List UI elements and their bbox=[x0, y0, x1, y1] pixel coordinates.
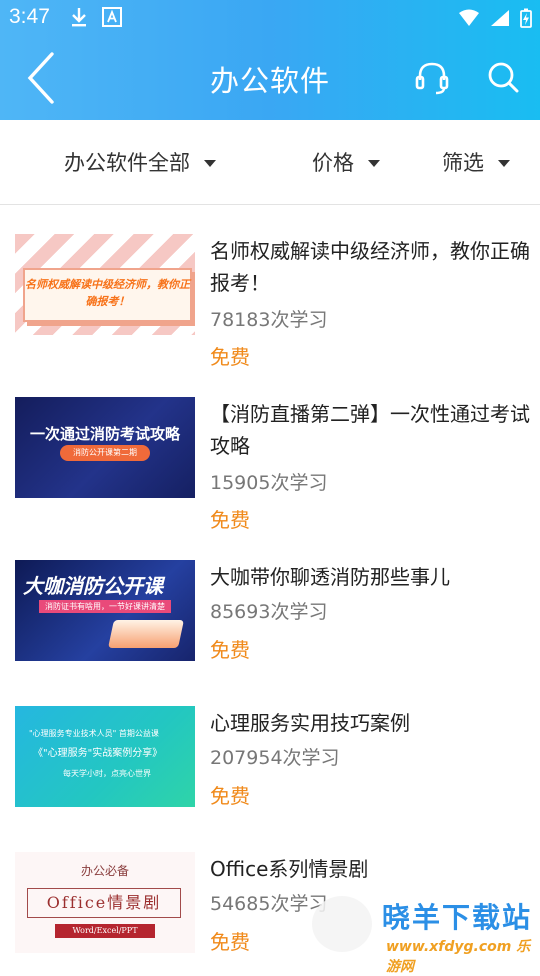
thumbnail-text: 每天学小时，点亮心世界 bbox=[63, 769, 151, 778]
course-title[interactable]: 大咖带你聊透消防那些事儿 bbox=[210, 561, 530, 593]
wifi-icon bbox=[459, 9, 479, 26]
course-price: 免费 bbox=[210, 784, 250, 808]
filter-category-dropdown[interactable]: 办公软件全部 bbox=[64, 147, 216, 177]
course-title[interactable]: 心理服务实用技巧案例 bbox=[210, 707, 530, 739]
battery-icon bbox=[520, 8, 532, 28]
course-thumbnail[interactable]: 一次通过消防考试攻略 消防公开课第二期 bbox=[15, 397, 195, 498]
site-watermark: 晓羊下载站 www.xfdyg.com 乐游网 bbox=[312, 890, 540, 975]
thumbnail-text: 名师权威解读中级经济师，教你正确报考！ bbox=[25, 278, 190, 308]
course-price: 免费 bbox=[210, 508, 250, 532]
course-thumbnail[interactable]: 办公必备 Office情景剧 Word/Excel/PPT bbox=[15, 852, 195, 953]
course-study-count: 54685次学习 bbox=[210, 893, 328, 915]
caret-down-icon bbox=[204, 159, 216, 167]
thumbnail-text: 《"心理服务"实战案例分享》 bbox=[33, 748, 163, 759]
page-title: 办公软件 bbox=[209, 64, 330, 98]
course-study-count: 207954次学习 bbox=[210, 747, 340, 769]
watermark-url: www.xfdyg.com 乐游网 bbox=[386, 939, 531, 975]
book-illustration bbox=[108, 620, 184, 648]
thumbnail-banner: 名师权威解读中级经济师，教你正确报考！ bbox=[23, 268, 192, 322]
filter-price-label: 价格 bbox=[312, 151, 354, 175]
sheep-logo-icon bbox=[312, 896, 372, 952]
caret-down-icon bbox=[368, 159, 380, 167]
course-title[interactable]: Office系列情景剧 bbox=[210, 853, 530, 885]
signal-icon bbox=[491, 10, 509, 26]
customer-service-icon[interactable] bbox=[414, 60, 450, 96]
caret-down-icon bbox=[498, 159, 510, 167]
thumbnail-subtext: 消防公开课第二期 bbox=[60, 445, 150, 461]
download-icon bbox=[72, 8, 86, 27]
status-right-icons bbox=[458, 8, 532, 28]
filter-screen-label: 筛选 bbox=[442, 151, 484, 175]
search-icon[interactable] bbox=[484, 58, 522, 96]
font-a-icon bbox=[102, 7, 122, 27]
thumbnail-text: 办公必备 bbox=[80, 864, 129, 878]
status-left-icons bbox=[70, 6, 122, 28]
filter-price-dropdown[interactable]: 价格 bbox=[312, 147, 380, 177]
course-price: 免费 bbox=[210, 345, 250, 369]
course-study-count: 78183次学习 bbox=[210, 309, 328, 331]
course-thumbnail[interactable]: "心理服务专业技术人员" 首期公益课 《"心理服务"实战案例分享》 每天学小时，… bbox=[15, 706, 195, 807]
course-price: 免费 bbox=[210, 638, 250, 662]
course-title[interactable]: 名师权威解读中级经济师，教你正确报考！ bbox=[210, 235, 530, 299]
status-time: 3:47 bbox=[9, 5, 50, 28]
thumbnail-subtext: 消防证书有啥用，一节好课讲清楚 bbox=[39, 600, 171, 613]
course-thumbnail[interactable]: 大咖消防公开课 消防证书有啥用，一节好课讲清楚 bbox=[15, 560, 195, 661]
thumbnail-text: "心理服务专业技术人员" 首期公益课 bbox=[29, 729, 159, 738]
thumbnail-text: 大咖消防公开课 bbox=[23, 574, 163, 598]
filter-category-label: 办公软件全部 bbox=[64, 151, 190, 175]
watermark-title: 晓羊下载站 bbox=[382, 901, 533, 934]
thumbnail-text: Office情景剧 bbox=[27, 888, 181, 918]
filter-bar: 办公软件全部 价格 筛选 bbox=[0, 120, 540, 205]
filter-screen-dropdown[interactable]: 筛选 bbox=[442, 147, 510, 177]
course-study-count: 85693次学习 bbox=[210, 601, 328, 623]
status-bar: 3:47 bbox=[0, 0, 540, 36]
course-price: 免费 bbox=[210, 930, 250, 954]
course-thumbnail[interactable]: 名师权威解读中级经济师，教你正确报考！ bbox=[15, 234, 195, 335]
course-study-count: 15905次学习 bbox=[210, 472, 328, 494]
course-title[interactable]: 【消防直播第二弹】一次性通过考试攻略 bbox=[210, 398, 530, 462]
app-header: 办公软件 bbox=[0, 36, 540, 120]
thumbnail-text: Word/Excel/PPT bbox=[55, 924, 155, 938]
thumbnail-text: 一次通过消防考试攻略 bbox=[29, 425, 180, 443]
